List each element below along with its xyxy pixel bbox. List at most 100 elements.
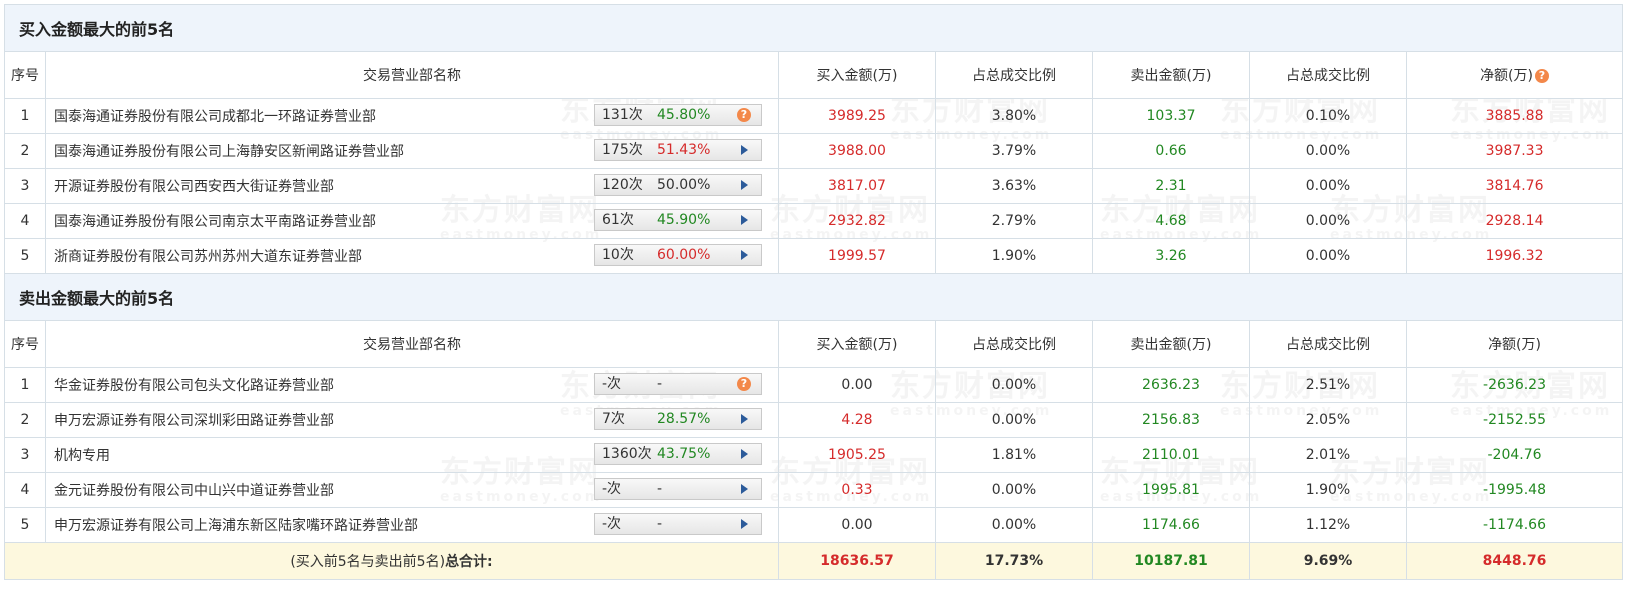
broker-stats-box[interactable]: -次 -? (594, 373, 762, 395)
net-amount: 3987.33 (1405, 133, 1624, 169)
broker-name-link[interactable]: 申万宏源证券有限公司上海浦东新区陆家嘴环路证券营业部 (54, 515, 418, 535)
win-rate: 45.90% (657, 212, 711, 228)
help-icon[interactable]: ? (737, 108, 751, 122)
header-index: 序号 (4, 320, 46, 368)
table-row: 2 申万宏源证券有限公司深圳彩田路证券营业部 7次 28.57% 4.28 0.00% 21… (4, 402, 1624, 438)
row-index: 5 (4, 238, 46, 274)
broker-stats-box[interactable]: 7次 28.57% (594, 408, 762, 430)
broker-stats-box[interactable]: 175次 51.43% (594, 139, 762, 161)
expand-control[interactable] (737, 140, 751, 160)
list-count: 1360次 (602, 446, 652, 462)
buy-section: 买入金额最大的前5名 序号 交易营业部名称 买入金额(万) 占总成交比例 卖出金… (3, 4, 1624, 274)
expand-control[interactable] (737, 479, 751, 499)
help-icon[interactable]: ? (737, 377, 751, 391)
sell-amount: 2.31 (1092, 168, 1250, 204)
sell-amount: 1995.81 (1092, 472, 1250, 508)
header-broker-name: 交易营业部名称 (45, 51, 779, 99)
broker-name-link[interactable]: 国泰海通证券股份有限公司南京太平南路证券营业部 (54, 211, 376, 231)
header-index: 序号 (4, 51, 46, 99)
summary-sell-ratio: 9.69% (1249, 542, 1407, 580)
buy-ratio: 3.80% (935, 98, 1093, 134)
broker-name-link[interactable]: 浙商证券股份有限公司苏州苏州大道东证券营业部 (54, 246, 362, 266)
sell-ratio: 0.00% (1249, 168, 1407, 204)
sell-ratio: 2.01% (1249, 437, 1407, 473)
buy-amount: 0.00 (778, 507, 936, 543)
header-sell-amount: 卖出金额(万) (1092, 51, 1250, 99)
broker-name-link[interactable]: 国泰海通证券股份有限公司上海静安区新闸路证券营业部 (54, 141, 404, 161)
list-count: 131次 (602, 107, 643, 123)
header-buy-amount: 买入金额(万) (778, 320, 936, 368)
summary-label-total: 总合计: (445, 554, 493, 570)
win-rate: 50.00% (657, 177, 711, 193)
broker-stats-box[interactable]: 10次 60.00% (594, 244, 762, 266)
sell-ratio: 1.90% (1249, 472, 1407, 508)
row-index: 5 (4, 507, 46, 543)
sell-ratio: 2.05% (1249, 402, 1407, 438)
row-index: 3 (4, 168, 46, 204)
broker-stats-box[interactable]: 61次 45.90% (594, 209, 762, 231)
broker-stats-box[interactable]: 131次 45.80%? (594, 104, 762, 126)
broker-stats-box[interactable]: 1360次 43.75% (594, 443, 762, 465)
broker-stats-box[interactable]: -次 - (594, 478, 762, 500)
broker-name-link[interactable]: 华金证券股份有限公司包头文化路证券营业部 (54, 375, 334, 395)
win-rate: - (657, 516, 663, 532)
buy-ratio: 2.79% (935, 203, 1093, 239)
broker-cell: 国泰海通证券股份有限公司上海静安区新闸路证券营业部 175次 51.43% (45, 133, 779, 169)
net-amount: -1995.48 (1405, 472, 1624, 508)
expand-control[interactable] (737, 210, 751, 230)
broker-name-link[interactable]: 国泰海通证券股份有限公司成都北一环路证券营业部 (54, 106, 376, 126)
list-count: 175次 (602, 142, 643, 158)
net-amount: 1996.32 (1405, 238, 1624, 274)
expand-control[interactable]: ? (737, 105, 751, 125)
win-rate: 28.57% (657, 411, 711, 427)
play-arrow-icon (740, 519, 748, 529)
sell-amount: 0.66 (1092, 133, 1250, 169)
row-index: 4 (4, 472, 46, 508)
expand-control[interactable] (737, 444, 751, 464)
expand-control[interactable]: ? (737, 374, 751, 394)
sell-section-title: 卖出金额最大的前5名 (3, 273, 1624, 321)
expand-control[interactable] (737, 514, 751, 534)
sell-amount: 2110.01 (1092, 437, 1250, 473)
win-rate: 45.80% (657, 107, 711, 123)
buy-ratio: 0.00% (935, 402, 1093, 438)
summary-buy-amount: 18636.57 (778, 542, 936, 580)
sell-ratio: 0.00% (1249, 133, 1407, 169)
broker-cell: 国泰海通证券股份有限公司南京太平南路证券营业部 61次 45.90% (45, 203, 779, 239)
expand-control[interactable] (737, 175, 751, 195)
buy-ratio: 0.00% (935, 507, 1093, 543)
header-sell-amount: 卖出金额(万) (1092, 320, 1250, 368)
list-count: 61次 (602, 212, 634, 228)
broker-name-link[interactable]: 金元证券股份有限公司中山兴中道证券营业部 (54, 480, 334, 500)
sell-section: 卖出金额最大的前5名 序号 交易营业部名称 买入金额(万) 占总成交比例 卖出金… (3, 273, 1624, 543)
buy-amount: 4.28 (778, 402, 936, 438)
sell-amount: 103.37 (1092, 98, 1250, 134)
broker-stats-box[interactable]: 120次 50.00% (594, 174, 762, 196)
buy-amount: 1905.25 (778, 437, 936, 473)
header-broker-name: 交易营业部名称 (45, 320, 779, 368)
net-amount: 3885.88 (1405, 98, 1624, 134)
broker-name-link[interactable]: 申万宏源证券有限公司深圳彩田路证券营业部 (54, 410, 334, 430)
header-sell-ratio: 占总成交比例 (1249, 320, 1407, 368)
table-row: 1 国泰海通证券股份有限公司成都北一环路证券营业部 131次 45.80%? 3989.… (4, 98, 1624, 134)
broker-name-link[interactable]: 开源证券股份有限公司西安西大街证券营业部 (54, 176, 334, 196)
sell-amount: 2636.23 (1092, 367, 1250, 403)
play-arrow-icon (740, 449, 748, 459)
broker-stats-box[interactable]: -次 - (594, 513, 762, 535)
play-arrow-icon (740, 250, 748, 260)
table-row: 2 国泰海通证券股份有限公司上海静安区新闸路证券营业部 175次 51.43% 3988… (4, 133, 1624, 169)
net-help-icon[interactable]: ? (1535, 69, 1549, 83)
net-amount: -2636.23 (1405, 367, 1624, 403)
lhb-tables: 买入金额最大的前5名 序号 交易营业部名称 买入金额(万) 占总成交比例 卖出金… (3, 4, 1624, 580)
expand-control[interactable] (737, 245, 751, 265)
buy-amount: 1999.57 (778, 238, 936, 274)
list-count: 120次 (602, 177, 643, 193)
broker-table: 买入金额最大的前5名 序号 交易营业部名称 买入金额(万) 占总成交比例 卖出金… (3, 4, 1624, 580)
row-index: 1 (4, 98, 46, 134)
broker-cell: 开源证券股份有限公司西安西大街证券营业部 120次 50.00% (45, 168, 779, 204)
broker-cell: 机构专用 1360次 43.75% (45, 437, 779, 473)
summary-row: (买入前5名与卖出前5名)总合计: 18636.57 17.73% 10187.… (4, 542, 1624, 580)
expand-control[interactable] (737, 409, 751, 429)
broker-name-link[interactable]: 机构专用 (54, 445, 110, 465)
summary-label: (买入前5名与卖出前5名)总合计: (4, 542, 779, 580)
